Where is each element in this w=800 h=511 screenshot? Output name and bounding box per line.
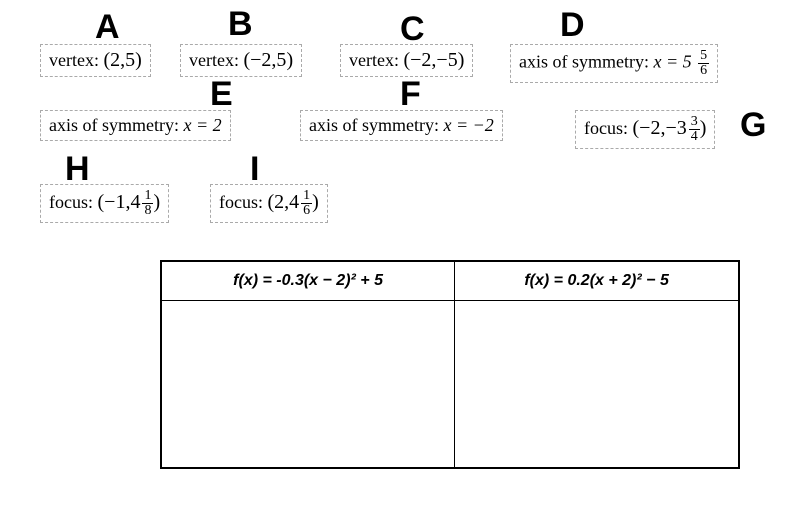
fraction-den: 8	[142, 203, 153, 218]
fraction: 18	[142, 189, 153, 218]
tile-label: vertex:	[349, 50, 399, 70]
tile-equation: x = 5	[653, 52, 691, 72]
letter-f: F	[400, 75, 421, 114]
tile-value-y: −3	[665, 117, 686, 139]
tile-label: focus:	[49, 192, 93, 212]
paren-close: )	[153, 191, 160, 213]
fraction-num: 5	[698, 49, 709, 63]
letter-b: B	[228, 5, 253, 44]
fraction: 56	[698, 49, 709, 78]
tile-focus-g[interactable]: focus: (−2,−334)	[575, 110, 715, 149]
tile-value: −2,−5	[410, 49, 458, 71]
fraction-num: 1	[142, 189, 153, 203]
paren-close: )	[135, 49, 142, 71]
tile-axis-e[interactable]: axis of symmetry: x = 2	[40, 110, 231, 141]
equation-header-1: f(x) = -0.3(x − 2)² + 5	[161, 261, 455, 301]
letter-a: A	[95, 8, 120, 47]
tile-value: 2,5	[110, 49, 135, 71]
tile-value-y: 4	[130, 191, 140, 213]
fraction-num: 1	[301, 189, 312, 203]
tile-axis-f[interactable]: axis of symmetry: x = −2	[300, 110, 503, 141]
paren-close: )	[458, 49, 465, 71]
fraction-den: 6	[698, 63, 709, 78]
equation-text: f(x) = 0.2(x + 2)² − 5	[524, 272, 669, 289]
tile-label: focus:	[584, 118, 628, 138]
paren-close: )	[312, 191, 319, 213]
tile-axis-d[interactable]: axis of symmetry: x = 5 56	[510, 44, 718, 83]
tile-label: axis of symmetry:	[49, 115, 179, 135]
tile-value-y: 4	[289, 191, 299, 213]
fraction-den: 4	[689, 129, 700, 144]
tile-value-x: −1,	[104, 191, 130, 213]
equation-cell-2[interactable]	[455, 301, 739, 469]
letter-g: G	[740, 106, 766, 145]
tile-vertex-a[interactable]: vertex: (2,5)	[40, 44, 151, 77]
fraction-num: 3	[689, 115, 700, 129]
fraction: 16	[301, 189, 312, 218]
tile-value-x: −2,	[639, 117, 665, 139]
tile-value-x: 2,	[274, 191, 289, 213]
tile-label: axis of symmetry:	[519, 52, 649, 72]
tile-focus-i[interactable]: focus: (2,416)	[210, 184, 328, 223]
tile-equation: x = −2	[443, 115, 493, 135]
tile-area: A vertex: (2,5) B vertex: (−2,5) C verte…	[20, 20, 780, 250]
paren-close: )	[286, 49, 293, 71]
tile-vertex-b[interactable]: vertex: (−2,5)	[180, 44, 302, 77]
equation-cell-1[interactable]	[161, 301, 455, 469]
tile-label: vertex:	[189, 50, 239, 70]
fraction: 34	[689, 115, 700, 144]
tile-label: vertex:	[49, 50, 99, 70]
equations-table: f(x) = -0.3(x − 2)² + 5 f(x) = 0.2(x + 2…	[160, 260, 740, 469]
tile-equation: x = 2	[183, 115, 221, 135]
tile-vertex-c[interactable]: vertex: (−2,−5)	[340, 44, 473, 77]
paren-close: )	[700, 117, 707, 139]
letter-d: D	[560, 6, 585, 45]
fraction-den: 6	[301, 203, 312, 218]
tile-focus-h[interactable]: focus: (−1,418)	[40, 184, 169, 223]
letter-e: E	[210, 75, 233, 114]
equation-header-2: f(x) = 0.2(x + 2)² − 5	[455, 261, 739, 301]
tile-value: −2,5	[250, 49, 286, 71]
tile-label: axis of symmetry:	[309, 115, 439, 135]
tile-label: focus:	[219, 192, 263, 212]
equation-text: f(x) = -0.3(x − 2)² + 5	[233, 272, 383, 289]
